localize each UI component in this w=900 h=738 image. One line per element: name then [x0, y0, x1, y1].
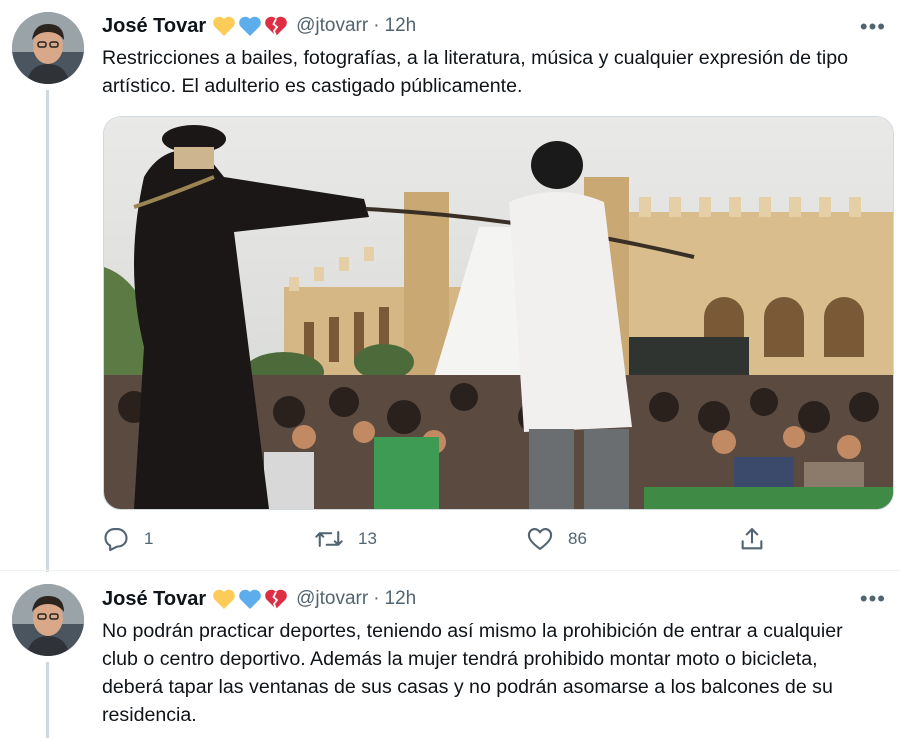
- tweet-time[interactable]: 12h: [385, 15, 417, 37]
- author-name[interactable]: José Tovar: [102, 15, 206, 38]
- like-count: 86: [568, 529, 587, 548]
- more-options-icon[interactable]: •••: [860, 586, 886, 612]
- tweet-1[interactable]: José Tovar @jtovarr · 12h ••• Restriccio…: [0, 0, 900, 572]
- author-handle[interactable]: @jtovarr: [296, 15, 368, 37]
- author-handle[interactable]: @jtovarr: [296, 588, 368, 610]
- separator-dot: ·: [373, 588, 380, 609]
- share-button[interactable]: [738, 522, 766, 556]
- tweet-time[interactable]: 12h: [385, 588, 417, 610]
- reply-count: 1: [144, 529, 154, 548]
- blue-heart-icon: [239, 589, 261, 609]
- blue-heart-icon: [239, 16, 261, 36]
- separator-dot: ·: [373, 15, 380, 36]
- tweet-actions: 1 13 86: [102, 522, 782, 556]
- tweet-header: José Tovar @jtovarr · 12h: [102, 584, 416, 614]
- heart-icon: [527, 528, 553, 550]
- like-button[interactable]: 86: [526, 522, 587, 556]
- emoji-group: [212, 588, 288, 610]
- tweet-header: José Tovar @jtovarr · 12h: [102, 11, 416, 41]
- media-photo: [104, 117, 893, 509]
- reply-icon: [104, 528, 128, 552]
- thread-line: [46, 90, 49, 572]
- yellow-heart-icon: [213, 589, 235, 609]
- broken-heart-icon: [265, 589, 287, 610]
- share-icon: [741, 528, 763, 550]
- reply-button[interactable]: 1: [102, 522, 153, 556]
- tweet-divider: [0, 570, 900, 571]
- avatar[interactable]: [12, 12, 84, 84]
- tweet-2[interactable]: José Tovar @jtovarr · 12h ••• No podrán …: [0, 572, 900, 738]
- author-name[interactable]: José Tovar: [102, 588, 206, 611]
- more-options-icon[interactable]: •••: [860, 14, 886, 40]
- emoji-group: [212, 15, 288, 37]
- retweet-button[interactable]: 13: [314, 522, 377, 556]
- retweet-count: 13: [358, 529, 377, 548]
- tweet-text: No podrán practicar deportes, teniendo a…: [102, 620, 843, 726]
- broken-heart-icon: [265, 16, 287, 37]
- avatar[interactable]: [12, 584, 84, 656]
- yellow-heart-icon: [213, 16, 235, 36]
- tweet-media[interactable]: [103, 116, 894, 510]
- tweet-text: Restricciones a bailes, fotografías, a l…: [102, 47, 849, 97]
- retweet-icon: [315, 531, 343, 547]
- thread-line: [46, 662, 49, 738]
